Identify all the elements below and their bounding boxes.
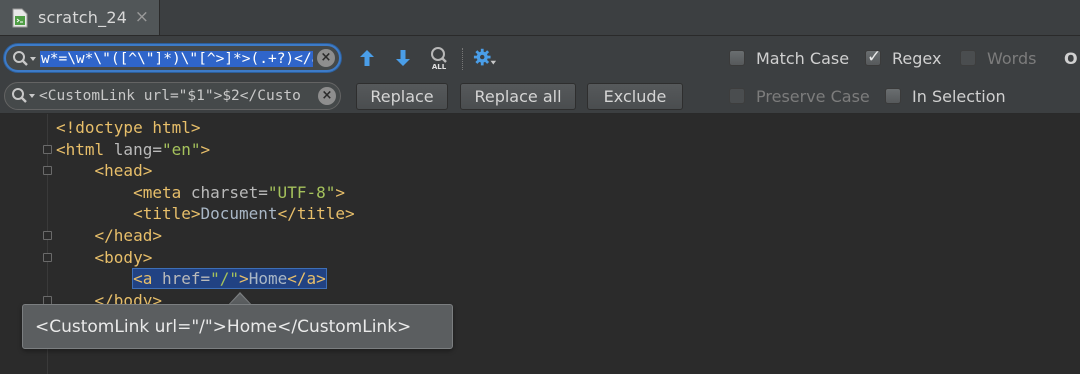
overflow-option-label: O <box>1064 49 1078 68</box>
fold-marker-html[interactable] <box>43 145 52 154</box>
code-token: > <box>200 139 211 159</box>
code-token: <!doctype html> <box>56 118 201 137</box>
tab-scratch[interactable]: scratch_24 × <box>0 0 160 35</box>
code-line[interactable]: <body> <box>56 247 355 269</box>
code-token: <body> <box>94 247 153 267</box>
in-selection-box[interactable] <box>885 88 901 104</box>
svg-text:ALL: ALL <box>432 63 447 71</box>
code-content: <meta charset="UTF-8"> <box>133 183 345 202</box>
code-token: charset= <box>190 182 268 202</box>
match-case-checkbox[interactable]: Match Case <box>729 47 849 69</box>
code-line[interactable]: <head> <box>56 160 355 182</box>
fold-marker-body[interactable] <box>43 253 52 262</box>
find-replace-panel: w*=\w*\"([^\"]*)\"[^>]*>(.+?)</a> × <Cus… <box>0 36 1080 114</box>
code-token: "/" <box>210 269 240 289</box>
code-token: </title> <box>277 204 355 224</box>
code-token: <title> <box>133 204 201 224</box>
code-token: <head> <box>94 161 153 181</box>
clear-replace-icon[interactable]: × <box>318 87 336 105</box>
words-checkbox[interactable]: Words <box>960 47 1036 69</box>
exclude-button[interactable]: Exclude <box>587 83 683 110</box>
select-all-occurrences-icon[interactable]: ALL <box>427 46 451 71</box>
code-content: <head> <box>95 161 153 180</box>
editor-tab-bar: scratch_24 × <box>0 0 1080 36</box>
code-token: <a <box>133 269 162 289</box>
code-line[interactable]: <html lang="en"> <box>56 139 355 161</box>
code-line[interactable]: <title>Document</title> <box>56 203 355 225</box>
code-line[interactable]: <meta charset="UTF-8"> <box>56 182 355 204</box>
code-token: lang= <box>113 139 162 159</box>
next-occurrence-icon[interactable] <box>391 46 415 70</box>
tab-label: scratch_24 <box>38 8 128 27</box>
search-input[interactable]: w*=\w*\"([^\"]*)\"[^>]*>(.+?)</a> × <box>4 44 341 72</box>
in-selection-label: In Selection <box>912 86 1006 106</box>
words-label: Words <box>987 48 1037 68</box>
code-token: <meta <box>133 182 191 202</box>
replace-all-button[interactable]: Replace all <box>460 83 576 110</box>
code-token: "UTF-8" <box>267 182 336 202</box>
code-line[interactable]: </head> <box>56 225 355 247</box>
replacement-preview-tooltip: <CustomLink url="/">Home</CustomLink> <box>22 304 453 349</box>
code-token: > <box>239 269 249 289</box>
code-line[interactable]: <a href="/">Home</a> <box>56 268 355 290</box>
preserve-case-box[interactable] <box>729 88 745 104</box>
code-content: <body> <box>95 248 153 267</box>
code-token: Home <box>248 269 288 289</box>
code-content: <title>Document</title> <box>133 204 355 223</box>
code-text[interactable]: <!doctype html> <html lang="en"> <head> <… <box>56 117 355 333</box>
code-token: href= <box>161 269 211 289</box>
replace-search-icon[interactable] <box>11 87 37 105</box>
gear-icon[interactable] <box>473 46 497 70</box>
replace-input[interactable]: <CustomLink url="$1">$2</Custo × <box>4 82 341 110</box>
preserve-case-label: Preserve Case <box>756 86 870 106</box>
replace-query: <CustomLink url="$1">$2</Custo <box>39 88 301 104</box>
code-content: </head> <box>95 226 162 245</box>
fold-marker-head[interactable] <box>43 166 52 175</box>
match-case-box[interactable] <box>729 50 745 66</box>
code-line[interactable]: <!doctype html> <box>56 117 355 139</box>
replace-button[interactable]: Replace <box>356 83 448 110</box>
regex-checkbox[interactable]: ✓ Regex <box>865 47 941 69</box>
code-content: <html lang="en"> <box>56 140 210 159</box>
match-case-label: Match Case <box>756 48 850 68</box>
close-icon[interactable]: × <box>135 7 149 27</box>
clear-search-icon[interactable]: × <box>317 49 335 67</box>
code-token: "en" <box>161 139 201 159</box>
in-selection-checkbox[interactable]: In Selection <box>885 85 1006 107</box>
code-content: <!doctype html> <box>56 118 201 137</box>
fold-marker-head-end[interactable] <box>43 231 52 240</box>
code-token: </a> <box>287 269 326 289</box>
html-file-icon <box>12 7 30 29</box>
code-token: > <box>335 182 345 202</box>
code-token: Document <box>200 204 278 224</box>
search-query: w*=\w*\"([^\"]*)\"[^>]*>(.+?)</a> <box>40 51 313 67</box>
checkmark-icon: ✓ <box>867 47 882 67</box>
code-token: <html <box>56 139 114 159</box>
regex-label: Regex <box>892 48 942 68</box>
toolbar-separator <box>462 48 464 70</box>
search-icon[interactable] <box>12 50 38 68</box>
regex-box[interactable]: ✓ <box>865 47 882 67</box>
preserve-case-checkbox[interactable]: Preserve Case <box>729 85 870 107</box>
code-token: </head> <box>94 225 162 245</box>
words-box[interactable] <box>960 50 976 66</box>
previous-occurrence-icon[interactable] <box>355 46 379 70</box>
search-match-highlight: <a href="/">Home</a> <box>132 268 327 290</box>
